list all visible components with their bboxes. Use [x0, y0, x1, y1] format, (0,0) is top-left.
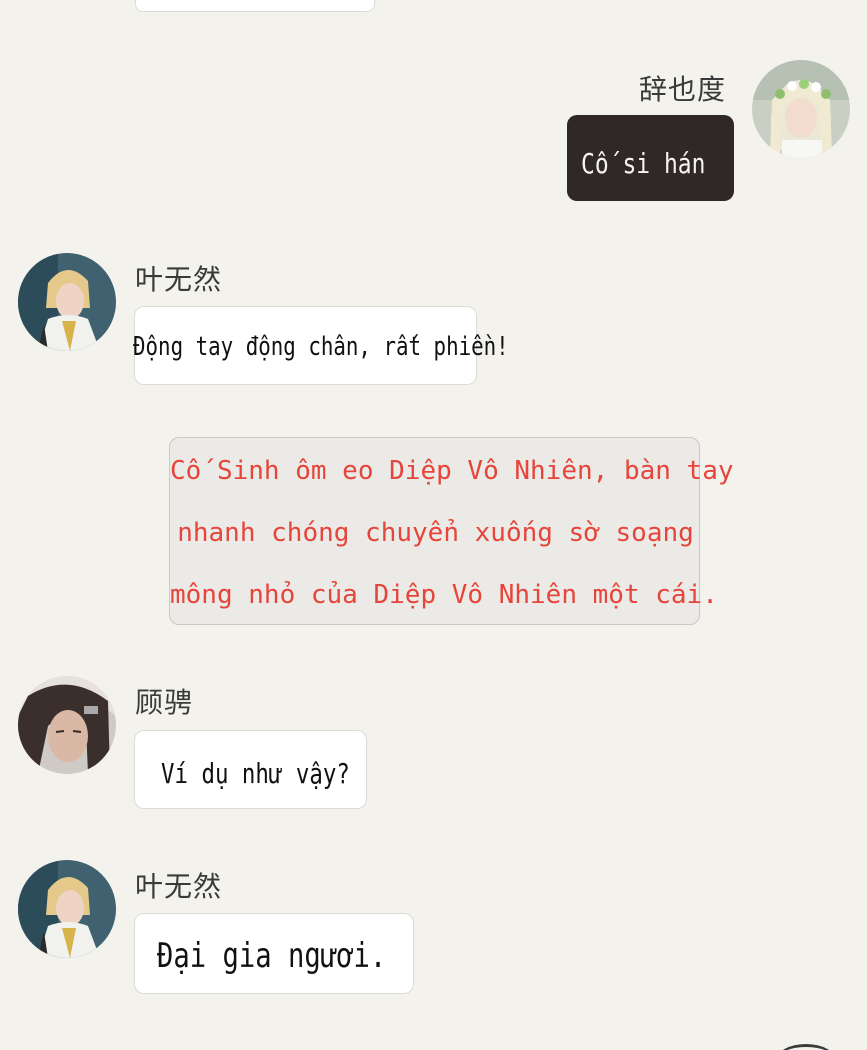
message-text: Cố si hán [581, 147, 706, 180]
sender-name: 顾骋 [135, 686, 194, 719]
narration-box: Cố Sinh ôm eo Diệp Vô Nhiên, bàn tay nha… [169, 437, 734, 625]
avatar-partial-icon [776, 1044, 836, 1050]
avatar-ciyedu-icon[interactable] [752, 60, 850, 158]
sender-name: 叶无然 [135, 870, 223, 903]
message-bubble-partial [135, 0, 375, 12]
chat-view: 辞也度 Cố si hán 叶无然 Động tay động chân, rấ… [0, 0, 867, 1050]
message-bubble-sent[interactable]: Cố si hán [567, 115, 734, 201]
message-bubble-received[interactable]: Ví dụ như vậy? [134, 730, 367, 809]
narration-line: nhanh chóng chuyển xuống sờ soạng [177, 518, 694, 548]
avatar-yewuran-icon[interactable] [18, 253, 116, 351]
message-text: Động tay động chân, rất phiền! [133, 332, 509, 362]
sender-name: 叶无然 [135, 263, 223, 296]
message-text: Đại gia ngươi. [157, 936, 387, 976]
narration-line: mông nhỏ của Diệp Vô Nhiên một cái. [170, 580, 718, 610]
message-text: Ví dụ như vậy? [161, 757, 350, 790]
sender-name: 辞也度 [639, 73, 727, 106]
narration-line: Cố Sinh ôm eo Diệp Vô Nhiên, bàn tay [170, 456, 734, 486]
message-bubble-received[interactable]: Đại gia ngươi. [134, 913, 414, 994]
avatar-gucheng-icon[interactable] [18, 676, 116, 774]
message-bubble-received[interactable]: Động tay động chân, rất phiền! [133, 306, 509, 385]
avatar-yewuran-icon[interactable] [18, 860, 116, 958]
